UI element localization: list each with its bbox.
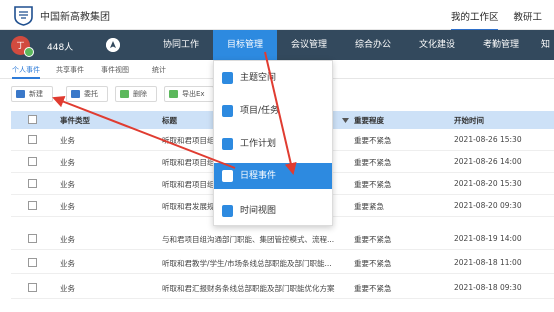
sort-down-icon[interactable] [342,118,349,123]
main-nav: 丁 448人 协同工作 目标管理 会议管理 综合办公 文化建设 考勤管理 知 [0,30,554,60]
check-badge-icon [24,47,34,57]
menu-item-time-view[interactable]: 时间视图 [214,198,332,224]
theme-space-icon [222,72,233,84]
org-name: 中国新高教集团 [40,12,110,23]
cell-type: 业务 [60,259,75,268]
col-start-time[interactable]: 开始时间 [454,115,484,126]
select-all-checkbox[interactable] [28,115,37,124]
row-checkbox[interactable] [28,283,37,292]
tab-shared-events[interactable]: 共享事件 [56,65,84,75]
tab-teaching[interactable]: 教研工 [513,9,542,23]
cell-start-time: 2021-08-26 15:30 [454,135,522,144]
row-checkbox[interactable] [28,234,37,243]
tab-statistics[interactable]: 统计 [152,65,166,75]
project-task-icon [222,105,233,117]
cell-importance: 重要不紧急 [354,180,392,189]
row-checkbox[interactable] [28,258,37,267]
row-checkbox[interactable] [28,201,37,210]
excel-icon [169,90,178,98]
cell-type: 业务 [60,235,75,244]
calendar-icon [222,170,233,182]
nav-item-more[interactable]: 知 [537,30,554,60]
cell-importance: 重要不紧急 [354,284,392,293]
nav-item-culture[interactable]: 文化建设 [405,30,469,60]
nav-item-attendance[interactable]: 考勤管理 [469,30,533,60]
nav-item-office[interactable]: 综合办公 [341,30,405,60]
cell-importance: 重要不紧急 [354,235,392,244]
row-checkbox[interactable] [28,157,37,166]
table-row[interactable]: 业务 与和君项目组沟通部门职能、集团管控模式、流程... 重要不紧急 2021-… [11,228,554,250]
logo-icon [14,6,33,26]
cell-type: 业务 [60,202,75,211]
cell-title[interactable]: 听取和君教学/学生/市场条线总部职能及部门职能... [162,258,347,269]
top-header: 中国新高教集团 我的工作区 教研工 [0,0,554,31]
cell-importance: 重要不紧急 [354,158,392,167]
menu-item-label: 工作计划 [240,139,277,149]
cell-importance: 重要紧急 [354,202,384,211]
menu-item-work-plan[interactable]: 工作计划 [214,131,332,157]
navigation-icon[interactable] [106,38,120,52]
menu-item-label: 时间视图 [240,206,277,216]
export-button-label: 导出Ex [182,90,205,98]
cell-start-time: 2021-08-19 14:00 [454,234,522,243]
delete-button[interactable]: 删除 [115,86,157,102]
table-row[interactable]: 业务 听取和君教学/学生/市场条线总部职能及部门职能... 重要不紧急 2021… [11,252,554,274]
cell-type: 业务 [60,158,75,167]
cell-importance: 重要不紧急 [354,259,392,268]
menu-item-label: 主题空间 [240,73,277,83]
cell-start-time: 2021-08-20 15:30 [454,179,522,188]
menu-item-label: 项目/任务 [240,106,280,116]
cell-title[interactable]: 与和君项目组沟通部门职能、集团管控模式、流程... [162,234,347,245]
tab-personal-events[interactable]: 个人事件 [12,65,40,79]
delegate-button[interactable]: 委托 [66,86,108,102]
delete-button-label: 删除 [133,90,147,98]
delegate-icon [71,90,80,98]
export-excel-button[interactable]: 导出Ex [164,86,214,102]
col-title[interactable]: 标题 [162,115,177,126]
table-row[interactable]: 业务 听取和君汇报财务条线总部职能及部门职能优化方案 重要不紧急 2021-08… [11,277,554,299]
cell-start-time: 2021-08-26 14:00 [454,157,522,166]
cell-type: 业务 [60,136,75,145]
col-event-type[interactable]: 事件类型 [60,115,90,126]
col-importance[interactable]: 重要程度 [354,115,384,126]
delete-icon [120,90,129,98]
menu-item-schedule-event[interactable]: 日程事件 [214,163,332,189]
cell-type: 业务 [60,180,75,189]
row-checkbox[interactable] [28,135,37,144]
nav-item-goal-management[interactable]: 目标管理 [213,30,277,60]
delegate-button-label: 委托 [84,90,98,98]
row-checkbox[interactable] [28,179,37,188]
time-view-icon [222,205,233,217]
menu-item-project-task[interactable]: 项目/任务 [214,98,332,124]
new-button[interactable]: 新建 [11,86,53,102]
cell-start-time: 2021-08-18 09:30 [454,283,522,292]
user-count[interactable]: 448人 [47,40,73,53]
nav-item-meeting[interactable]: 会议管理 [277,30,341,60]
tab-my-workspace[interactable]: 我的工作区 [450,9,499,31]
new-icon [16,90,25,98]
menu-item-label: 日程事件 [240,171,277,181]
nav-item-collaboration[interactable]: 协同工作 [148,30,214,60]
cell-start-time: 2021-08-20 09:30 [454,201,522,210]
work-plan-icon [222,138,233,150]
cell-title[interactable]: 听取和君汇报财务条线总部职能及部门职能优化方案 [162,283,347,294]
cell-importance: 重要不紧急 [354,136,392,145]
goal-management-dropdown: 主题空间 项目/任务 工作计划 日程事件 时间视图 [213,60,333,226]
tab-event-view[interactable]: 事件视图 [101,65,129,75]
menu-item-theme-space[interactable]: 主题空间 [214,65,332,91]
cell-start-time: 2021-08-18 11:00 [454,258,522,267]
cell-type: 业务 [60,284,75,293]
new-button-label: 新建 [29,90,43,98]
